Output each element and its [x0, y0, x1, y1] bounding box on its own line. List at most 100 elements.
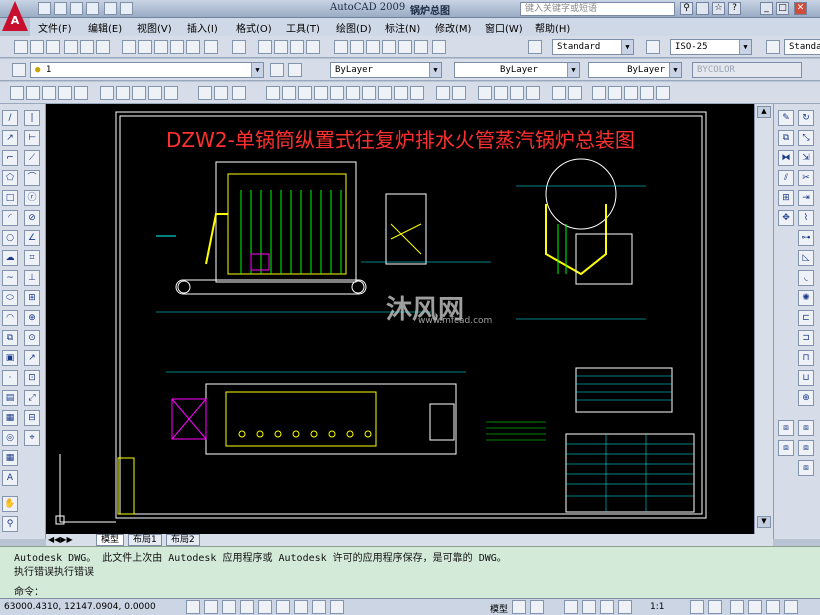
- table-style-select[interactable]: Standard: [784, 39, 820, 55]
- dimension-icon[interactable]: ∠: [24, 230, 40, 246]
- snap-icon[interactable]: [116, 86, 130, 100]
- auto-scale-icon[interactable]: [708, 600, 722, 614]
- menu-tools[interactable]: 工具(T): [286, 20, 320, 35]
- render-icon[interactable]: [552, 86, 566, 100]
- circle-icon[interactable]: ○: [2, 230, 18, 246]
- menu-draw[interactable]: 绘图(D): [336, 20, 372, 35]
- ortho-icon[interactable]: ⊓: [798, 350, 814, 366]
- snap-icon[interactable]: [100, 86, 114, 100]
- view-icon[interactable]: [232, 86, 246, 100]
- mirror-icon[interactable]: ⧓: [778, 150, 794, 166]
- render-icon[interactable]: [568, 86, 582, 100]
- dimension-icon[interactable]: ⌗: [24, 250, 40, 266]
- render-icon[interactable]: [494, 86, 508, 100]
- layout-icon[interactable]: ⧈: [778, 420, 794, 436]
- save-icon[interactable]: [70, 2, 83, 15]
- ellipse-icon[interactable]: ⬭: [2, 290, 18, 306]
- table-icon[interactable]: ▦: [2, 450, 18, 466]
- help-icon[interactable]: [432, 40, 446, 54]
- ortho-icon[interactable]: ⊏: [798, 310, 814, 326]
- render-icon[interactable]: [510, 86, 524, 100]
- lock-icon[interactable]: [748, 600, 762, 614]
- dimension-icon[interactable]: ⊙: [24, 330, 40, 346]
- minimize-button[interactable]: _: [760, 2, 773, 15]
- pan-icon[interactable]: [258, 40, 272, 54]
- tab-layout2[interactable]: 布局2: [166, 534, 200, 546]
- menu-insert[interactable]: 插入(I): [187, 20, 218, 35]
- scroll-up-icon[interactable]: ▲: [757, 106, 771, 118]
- dim-style-icon[interactable]: [646, 40, 660, 54]
- offset-icon[interactable]: ⫽: [778, 170, 794, 186]
- annotation-visibility-icon[interactable]: [690, 600, 704, 614]
- dynamic-ucs-icon[interactable]: [294, 600, 308, 614]
- quick-view-layouts-icon[interactable]: [512, 600, 526, 614]
- make-current-layer-icon[interactable]: [270, 63, 284, 77]
- chevron-down-icon[interactable]: ▼: [669, 63, 681, 77]
- rectangle-icon[interactable]: □: [2, 190, 18, 206]
- annotation-scale[interactable]: 1:1: [650, 602, 664, 612]
- dimension-icon[interactable]: ⊘: [24, 210, 40, 226]
- zoom-window-icon[interactable]: [290, 40, 304, 54]
- insert-block-icon[interactable]: ⧉: [2, 330, 18, 346]
- sheet-set-icon[interactable]: [382, 40, 396, 54]
- snap-icon[interactable]: [164, 86, 178, 100]
- menu-dimension[interactable]: 标注(N): [385, 20, 420, 35]
- snap-icon[interactable]: [26, 86, 40, 100]
- object-snap-icon[interactable]: [258, 600, 272, 614]
- view-icon[interactable]: [282, 86, 296, 100]
- view-icon[interactable]: [394, 86, 408, 100]
- render-icon[interactable]: [526, 86, 540, 100]
- menu-window[interactable]: 窗口(W): [485, 20, 523, 35]
- linetype-select[interactable]: ByLayer ▼: [454, 62, 580, 78]
- dynamic-input-icon[interactable]: [312, 600, 326, 614]
- stretch-icon[interactable]: ⇲: [798, 150, 814, 166]
- chevron-down-icon[interactable]: ▼: [251, 63, 263, 77]
- ortho-icon[interactable]: ⊕: [798, 390, 814, 406]
- paste-icon[interactable]: [154, 40, 168, 54]
- steering-wheel-icon[interactable]: [600, 600, 614, 614]
- chevron-down-icon[interactable]: ▼: [739, 40, 751, 54]
- zoom-icon[interactable]: ⚲: [2, 516, 18, 532]
- view-icon[interactable]: [298, 86, 312, 100]
- tool-palettes-icon[interactable]: [366, 40, 380, 54]
- dimension-icon[interactable]: ⊞: [24, 290, 40, 306]
- lineweight-select[interactable]: ByLayer ▼: [588, 62, 682, 78]
- ellipse-arc-icon[interactable]: ◠: [2, 310, 18, 326]
- cut-icon[interactable]: [122, 40, 136, 54]
- vertical-scrollbar[interactable]: ▲ ▼: [754, 104, 773, 534]
- region-icon[interactable]: ◎: [2, 430, 18, 446]
- visual-style-icon[interactable]: [436, 86, 450, 100]
- dimension-icon[interactable]: ⓡ: [24, 190, 40, 206]
- spline-icon[interactable]: ~: [2, 270, 18, 286]
- quick-view-drawings-icon[interactable]: [530, 600, 544, 614]
- redo-icon[interactable]: [232, 40, 246, 54]
- menu-view[interactable]: 视图(V): [137, 20, 172, 35]
- help-icon[interactable]: ?: [728, 2, 741, 15]
- view-icon[interactable]: [214, 86, 228, 100]
- break-icon[interactable]: ⌇: [798, 210, 814, 226]
- view-icon[interactable]: [346, 86, 360, 100]
- solid-edit-icon[interactable]: [608, 86, 622, 100]
- view-icon[interactable]: [330, 86, 344, 100]
- snap-icon[interactable]: [42, 86, 56, 100]
- scale-icon[interactable]: ⤡: [798, 130, 814, 146]
- snap-icon[interactable]: [58, 86, 72, 100]
- snap-icon[interactable]: [148, 86, 162, 100]
- join-icon[interactable]: ⊶: [798, 230, 814, 246]
- solid-edit-icon[interactable]: [640, 86, 654, 100]
- dimension-icon[interactable]: ⊢: [24, 130, 40, 146]
- view-icon[interactable]: [362, 86, 376, 100]
- layer-select[interactable]: ● 1 ▼: [30, 62, 264, 78]
- scroll-down-icon[interactable]: ▼: [757, 516, 771, 528]
- fillet-icon[interactable]: ◟: [798, 270, 814, 286]
- workspace-switch-icon[interactable]: [730, 600, 744, 614]
- view-icon[interactable]: [378, 86, 392, 100]
- polar-tracking-icon[interactable]: [240, 600, 254, 614]
- snap-mode-icon[interactable]: [186, 600, 200, 614]
- layer-manager-icon[interactable]: [12, 63, 26, 77]
- color-select[interactable]: ByLayer ▼: [330, 62, 442, 78]
- zoom-previous-icon[interactable]: [306, 40, 320, 54]
- dimension-icon[interactable]: ⊡: [24, 370, 40, 386]
- open-icon[interactable]: [30, 40, 44, 54]
- move-icon[interactable]: ✥: [778, 210, 794, 226]
